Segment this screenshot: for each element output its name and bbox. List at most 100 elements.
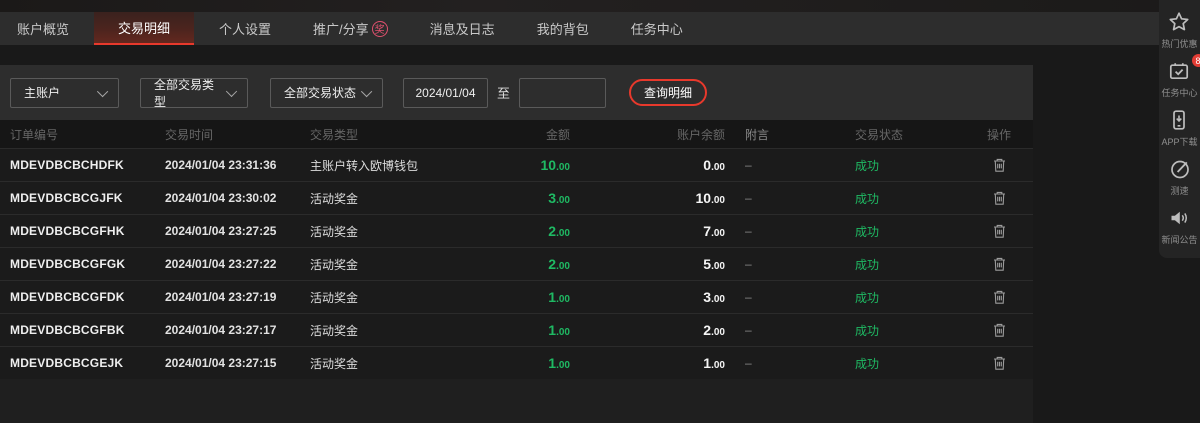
table-row: MDEVDBCBCHDFK 2024/01/04 23:31:36 主账户转入欧… <box>0 148 1033 181</box>
order-number: MDEVDBCBCGFBK <box>10 323 165 337</box>
memo: – <box>725 158 855 172</box>
transaction-type: 活动奖金 <box>310 256 500 273</box>
tab-my-backpack[interactable]: 我的背包 <box>520 12 606 45</box>
status-badge: 成功 <box>855 190 975 207</box>
tab-account-overview[interactable]: 账户概览 <box>0 12 86 45</box>
table-row: MDEVDBCBCGFDK 2024/01/04 23:27:19 活动奖金 1… <box>0 280 1033 313</box>
delete-button[interactable] <box>990 353 1009 373</box>
sidebar-item-label: 测速 <box>1170 184 1188 197</box>
sidebar-item-label: 新闻公告 <box>1161 233 1197 246</box>
header-type: 交易类型 <box>310 126 500 143</box>
app-download-icon <box>1167 108 1191 132</box>
account-select[interactable]: 主账户 <box>10 78 119 108</box>
order-number: MDEVDBCBCGFGK <box>10 257 165 271</box>
notification-badge: 8 <box>1192 54 1200 67</box>
amount: 1.00 <box>500 355 570 371</box>
header-memo: 附言 <box>725 126 855 143</box>
amount: 10.00 <box>500 157 570 173</box>
account-balance: 2.00 <box>570 322 725 338</box>
table-row: MDEVDBCBCGFBK 2024/01/04 23:27:17 活动奖金 1… <box>0 313 1033 346</box>
delete-button[interactable] <box>990 320 1009 340</box>
tab-personal-settings[interactable]: 个人设置 <box>202 12 288 45</box>
status-badge: 成功 <box>855 289 975 306</box>
transaction-time: 2024/01/04 23:27:17 <box>165 323 310 337</box>
transaction-time: 2024/01/04 23:27:19 <box>165 290 310 304</box>
chevron-down-icon <box>97 85 108 96</box>
task-center-icon <box>1167 59 1191 83</box>
table-row: MDEVDBCBCGFHK 2024/01/04 23:27:25 活动奖金 2… <box>0 214 1033 247</box>
header-action: 操作 <box>975 126 1023 143</box>
table-header-row: 订单编号 交易时间 交易类型 金额 账户余额 附言 交易状态 操作 <box>0 120 1033 148</box>
sidebar-item-app-download[interactable]: APP下载 <box>1161 108 1197 148</box>
sidebar-item-label: 热门优惠 <box>1161 37 1197 50</box>
tab-task-center[interactable]: 任务中心 <box>614 12 700 45</box>
table-row: MDEVDBCBCGFGK 2024/01/04 23:27:22 活动奖金 2… <box>0 247 1033 280</box>
order-number: MDEVDBCBCHDFK <box>10 158 165 172</box>
trash-icon <box>992 256 1007 272</box>
transaction-time: 2024/01/04 23:31:36 <box>165 158 310 172</box>
transaction-type: 活动奖金 <box>310 355 500 372</box>
reward-badge: 奖 <box>372 21 388 37</box>
memo: – <box>725 323 855 337</box>
sidebar-item-label: 任务中心 <box>1161 86 1197 99</box>
tab-transaction-details[interactable]: 交易明细 <box>94 12 194 45</box>
sidebar-item-label: APP下载 <box>1161 135 1197 148</box>
memo: – <box>725 257 855 271</box>
header-order-no: 订单编号 <box>10 126 165 143</box>
transactions-table: 订单编号 交易时间 交易类型 金额 账户余额 附言 交易状态 操作 MDEVDB… <box>0 120 1033 379</box>
transaction-time: 2024/01/04 23:27:22 <box>165 257 310 271</box>
account-balance: 0.00 <box>570 157 725 173</box>
account-balance: 7.00 <box>570 223 725 239</box>
trash-icon <box>992 190 1007 206</box>
status-badge: 成功 <box>855 223 975 240</box>
transaction-status-select[interactable]: 全部交易状态 <box>270 78 383 108</box>
sidebar-item-news[interactable]: 新闻公告 <box>1161 206 1197 246</box>
account-balance: 10.00 <box>570 190 725 206</box>
delete-button[interactable] <box>990 188 1009 208</box>
memo: – <box>725 224 855 238</box>
status-badge: 成功 <box>855 256 975 273</box>
transaction-details-page: 账户概览 交易明细 个人设置 推广/分享 奖 消息及日志 我的背包 任务中心 主… <box>0 0 1200 423</box>
chevron-down-icon <box>361 85 372 96</box>
account-navbar: 账户概览 交易明细 个人设置 推广/分享 奖 消息及日志 我的背包 任务中心 <box>0 12 1200 45</box>
speed-test-icon <box>1168 157 1192 181</box>
trash-icon <box>992 322 1007 338</box>
trash-icon <box>992 289 1007 305</box>
transaction-time: 2024/01/04 23:30:02 <box>165 191 310 205</box>
header-balance: 账户余额 <box>570 126 725 143</box>
query-details-button[interactable]: 查询明细 <box>629 79 707 106</box>
delete-button[interactable] <box>990 155 1009 175</box>
account-balance: 1.00 <box>570 355 725 371</box>
star-icon <box>1167 10 1191 34</box>
memo: – <box>725 191 855 205</box>
transaction-type: 活动奖金 <box>310 190 500 207</box>
date-from-input[interactable] <box>403 78 488 108</box>
table-row: MDEVDBCBCGJFK 2024/01/04 23:30:02 活动奖金 3… <box>0 181 1033 214</box>
status-badge: 成功 <box>855 355 975 372</box>
tab-messages-logs[interactable]: 消息及日志 <box>413 12 512 45</box>
order-number: MDEVDBCBCGJFK <box>10 191 165 205</box>
memo: – <box>725 356 855 370</box>
status-badge: 成功 <box>855 157 975 174</box>
date-range-to-label: 至 <box>497 83 510 102</box>
trash-icon <box>992 157 1007 173</box>
date-to-input[interactable] <box>519 78 606 108</box>
delete-button[interactable] <box>990 221 1009 241</box>
header-time: 交易时间 <box>165 126 310 143</box>
sidebar-item-task-center[interactable]: 8 任务中心 <box>1161 59 1197 99</box>
filter-bar: 主账户 全部交易类型 全部交易状态 至 查询明细 <box>0 65 1033 120</box>
amount: 2.00 <box>500 223 570 239</box>
sidebar-item-speed-test[interactable]: 测速 <box>1168 157 1192 197</box>
account-balance: 5.00 <box>570 256 725 272</box>
trash-icon <box>992 355 1007 371</box>
transaction-type-select[interactable]: 全部交易类型 <box>140 78 248 108</box>
transaction-type: 活动奖金 <box>310 223 500 240</box>
tab-promotion-share[interactable]: 推广/分享 奖 <box>296 12 405 45</box>
panel-footer-area <box>0 379 1033 423</box>
delete-button[interactable] <box>990 287 1009 307</box>
main-panel: 主账户 全部交易类型 全部交易状态 至 查询明细 订单编号 交易时间 交易类型 … <box>0 45 1033 423</box>
table-row: MDEVDBCBCGEJK 2024/01/04 23:27:15 活动奖金 1… <box>0 346 1033 379</box>
order-number: MDEVDBCBCGEJK <box>10 356 165 370</box>
sidebar-item-hot-offers[interactable]: 热门优惠 <box>1161 10 1197 50</box>
delete-button[interactable] <box>990 254 1009 274</box>
